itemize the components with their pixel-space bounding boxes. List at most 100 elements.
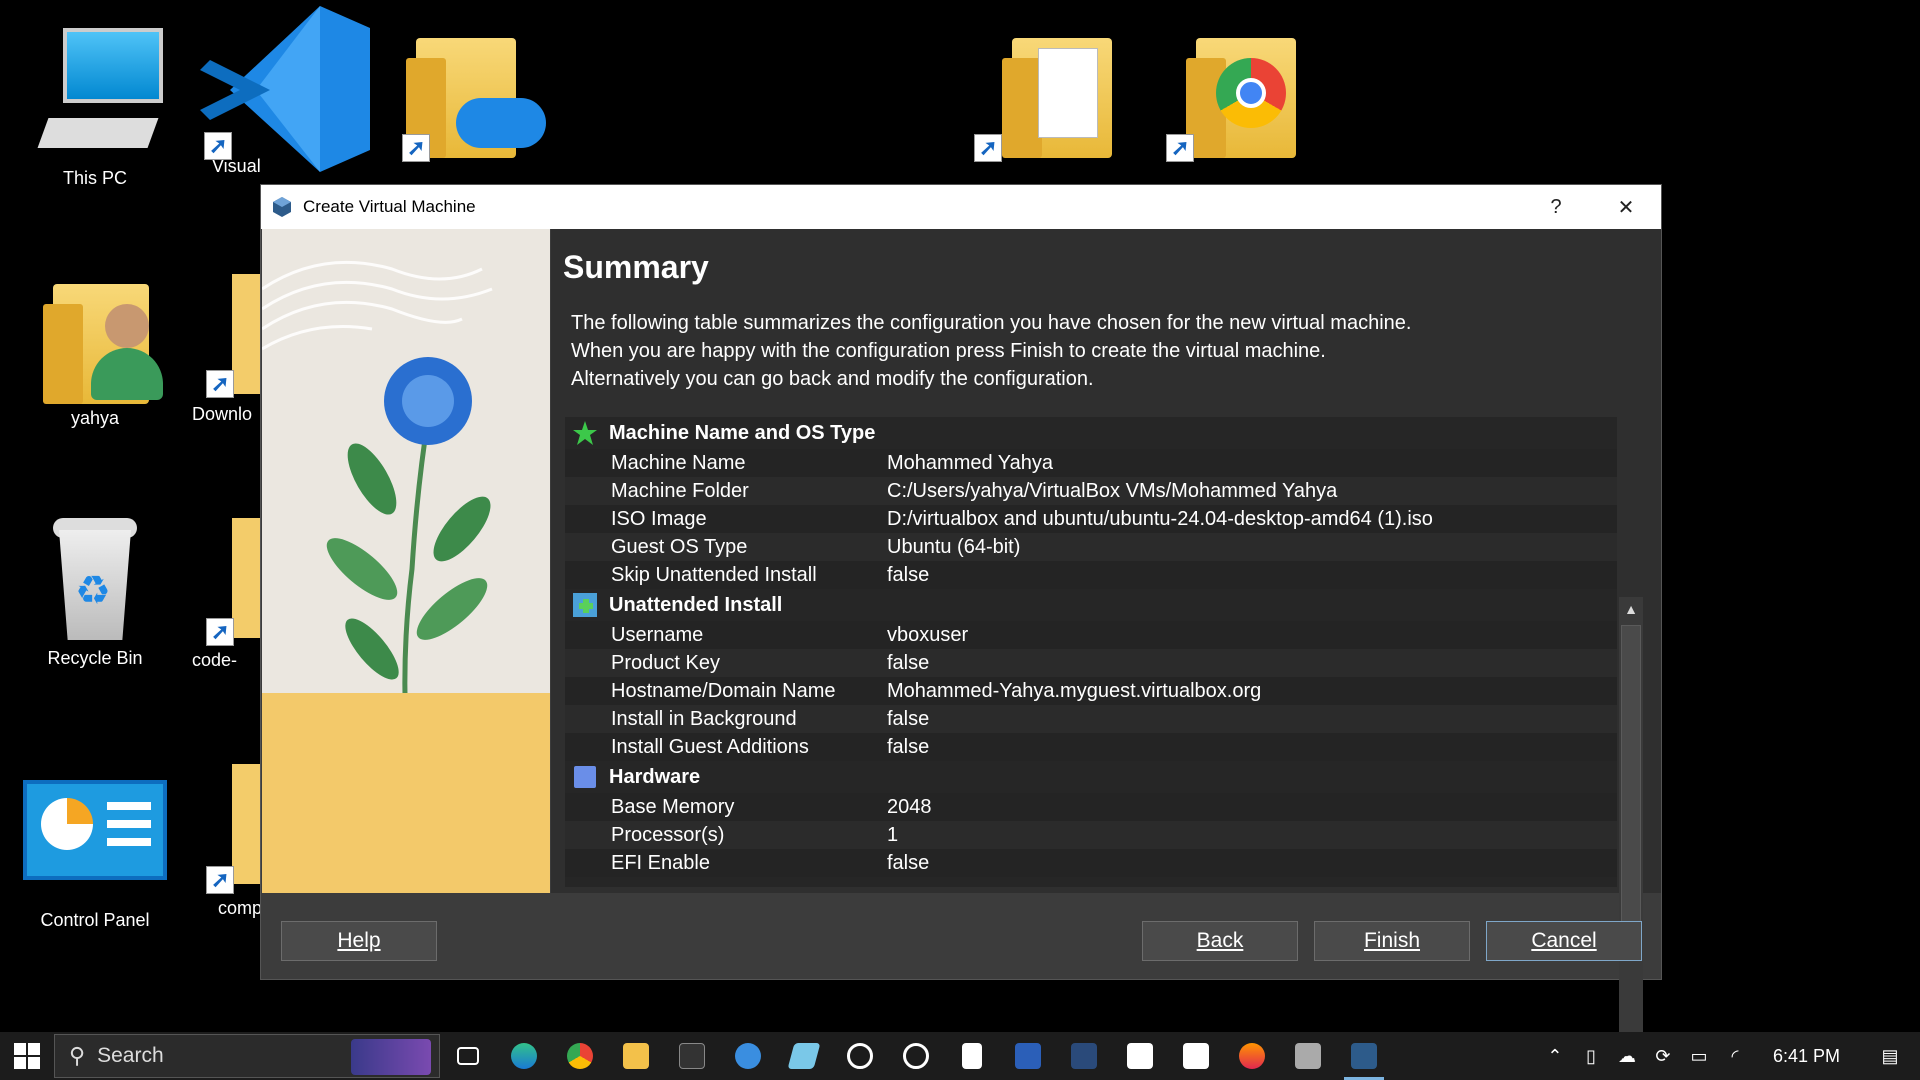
desktop-icon-user-folder[interactable]: yahya [23, 264, 167, 429]
photo-app-icon[interactable] [1056, 1032, 1112, 1080]
search-placeholder: Search [97, 1044, 164, 1067]
control-panel-icon [23, 774, 167, 924]
row-key: Hostname/Domain Name [611, 679, 836, 702]
desktop-icon-this-pc[interactable]: This PC [23, 18, 167, 189]
app-a-icon[interactable] [1112, 1032, 1168, 1080]
desktop-icon-comp[interactable]: comp [192, 760, 262, 919]
table-row: EFI Enable false [565, 849, 1617, 877]
section-header: Hardware [565, 761, 1617, 793]
section-header: Machine Name and OS Type [565, 417, 1617, 449]
row-value: Mohammed-Yahya.myguest.virtualbox.org [887, 679, 1262, 702]
intro-line: When you are happy with the configuratio… [571, 340, 1326, 362]
search-highlight-image [351, 1039, 431, 1075]
virtualbox-taskbar-icon[interactable] [1336, 1032, 1392, 1080]
row-value: false [887, 651, 930, 674]
table-row: Username vboxuser [565, 621, 1617, 649]
summary-table[interactable]: Machine Name and OS Type Machine Name Moh… [565, 417, 1617, 887]
file-explorer-icon[interactable] [608, 1032, 664, 1080]
desktop-icon-label: This PC [62, 168, 127, 188]
battery-icon[interactable]: ▭ [1681, 1046, 1717, 1067]
row-value: C:/Users/yahya/VirtualBox VMs/Mohammed Y… [887, 479, 1338, 502]
finish-button[interactable]: Finish [1314, 921, 1470, 961]
table-row: Install in Background false [565, 705, 1617, 733]
row-value: vboxuser [887, 623, 969, 646]
firefox-icon[interactable] [1224, 1032, 1280, 1080]
row-key: Base Memory [611, 795, 735, 818]
clock[interactable]: 6:41 PM [1753, 1046, 1860, 1067]
system-tray: ⌃ ▯ ☁ ⟳ ▭ ◜ 6:41 PM ▤ [1537, 1032, 1920, 1080]
desktop-icon-vscode[interactable]: Visual [190, 0, 370, 177]
shortcut-arrow-icon [206, 866, 234, 894]
section-title: Unattended Install [609, 593, 783, 616]
tablet-icon[interactable]: ▯ [1573, 1046, 1609, 1067]
wifi-icon[interactable]: ◜ [1717, 1046, 1753, 1067]
chevron-up-icon[interactable]: ⌃ [1537, 1046, 1573, 1067]
app-a-icon-2[interactable] [1168, 1032, 1224, 1080]
chrome-icon[interactable] [552, 1032, 608, 1080]
intro-line: Alternatively you can go back and modify… [571, 368, 1094, 390]
desktop-icon-onedrive-folder[interactable] [396, 18, 546, 168]
row-value: false [887, 735, 930, 758]
desktop-icon-recycle-bin[interactable]: ♻ Recycle Bin [23, 508, 167, 669]
comp-folder-icon [192, 760, 260, 910]
back-button[interactable]: Back [1142, 921, 1298, 961]
chatgpt-icon[interactable] [832, 1032, 888, 1080]
desktop-icon-control-panel[interactable]: Control Panel [23, 774, 167, 931]
start-button[interactable] [0, 1032, 54, 1080]
desktop-icon-documents-folder[interactable] [968, 18, 1112, 168]
row-key: Username [611, 623, 704, 646]
intro-text: The following table summarizes the confi… [571, 309, 1531, 393]
desktop-icon-chrome-folder[interactable] [1160, 18, 1304, 168]
row-key: Processor(s) [611, 823, 725, 846]
document-icon[interactable] [944, 1032, 1000, 1080]
edge-icon[interactable] [496, 1032, 552, 1080]
help-icon[interactable]: ? [1521, 185, 1591, 229]
row-key: Guest OS Type [611, 535, 748, 558]
terminal-icon[interactable] [664, 1032, 720, 1080]
table-row: Base Memory 2048 [565, 793, 1617, 821]
row-key: Skip Unattended Install [611, 563, 817, 586]
onedrive-folder-icon [396, 18, 546, 168]
dialog-titlebar[interactable]: Create Virtual Machine ? ✕ [261, 185, 1661, 229]
intro-line: The following table summarizes the confi… [571, 312, 1412, 334]
row-key: EFI Enable [611, 851, 710, 874]
task-view-icon[interactable] [440, 1032, 496, 1080]
section-title: Hardware [609, 765, 701, 788]
settings-app-icon[interactable] [1280, 1032, 1336, 1080]
notifications-icon[interactable]: ▤ [1860, 1046, 1920, 1067]
row-value: Mohammed Yahya [887, 451, 1054, 474]
code-folder-icon [192, 514, 260, 664]
row-value: false [887, 851, 930, 874]
table-scrollbar[interactable]: ▲ ▼ [1619, 597, 1643, 1063]
scroll-up-icon[interactable]: ▲ [1619, 597, 1643, 621]
row-value: Ubuntu (64-bit) [887, 535, 1021, 558]
wizard-illustration [262, 229, 550, 893]
virtualbox-icon [271, 196, 293, 218]
desktop-icon-code[interactable]: code- [192, 514, 260, 671]
note-app-icon[interactable] [776, 1032, 832, 1080]
table-row: Skip Unattended Install false [565, 561, 1617, 589]
word-icon[interactable] [1000, 1032, 1056, 1080]
row-value: 2048 [887, 795, 932, 818]
row-value: false [887, 707, 930, 730]
table-row: Hostname/Domain Name Mohammed-Yahya.mygue… [565, 677, 1617, 705]
sync-app-icon[interactable] [720, 1032, 776, 1080]
user-folder-icon [23, 264, 167, 414]
cancel-button[interactable]: Cancel [1486, 921, 1642, 961]
search-box[interactable]: ⚲ Search [54, 1034, 440, 1078]
scrollbar-thumb[interactable] [1621, 625, 1641, 945]
help-button[interactable]: Help [281, 921, 437, 961]
create-vm-dialog: Create Virtual Machine ? ✕ Summary The f… [260, 184, 1662, 1063]
table-row: ISO Image D:/virtualbox and ubuntu/ubuntu… [565, 505, 1617, 533]
close-icon[interactable]: ✕ [1591, 185, 1661, 229]
green-star-icon [571, 419, 599, 447]
shortcut-arrow-icon [204, 132, 232, 160]
onedrive-cloud-icon[interactable]: ☁ [1609, 1046, 1645, 1067]
row-value: D:/virtualbox and ubuntu/ubuntu-24.04-de… [887, 507, 1433, 530]
sync-icon[interactable]: ⟳ [1645, 1046, 1681, 1067]
row-key: Machine Folder [611, 479, 749, 502]
chatgpt-icon-2[interactable] [888, 1032, 944, 1080]
table-row: Machine Name Mohammed Yahya [565, 449, 1617, 477]
row-key: Install Guest Additions [611, 735, 809, 758]
desktop-icon-downloads[interactable]: Downlo [192, 264, 260, 425]
